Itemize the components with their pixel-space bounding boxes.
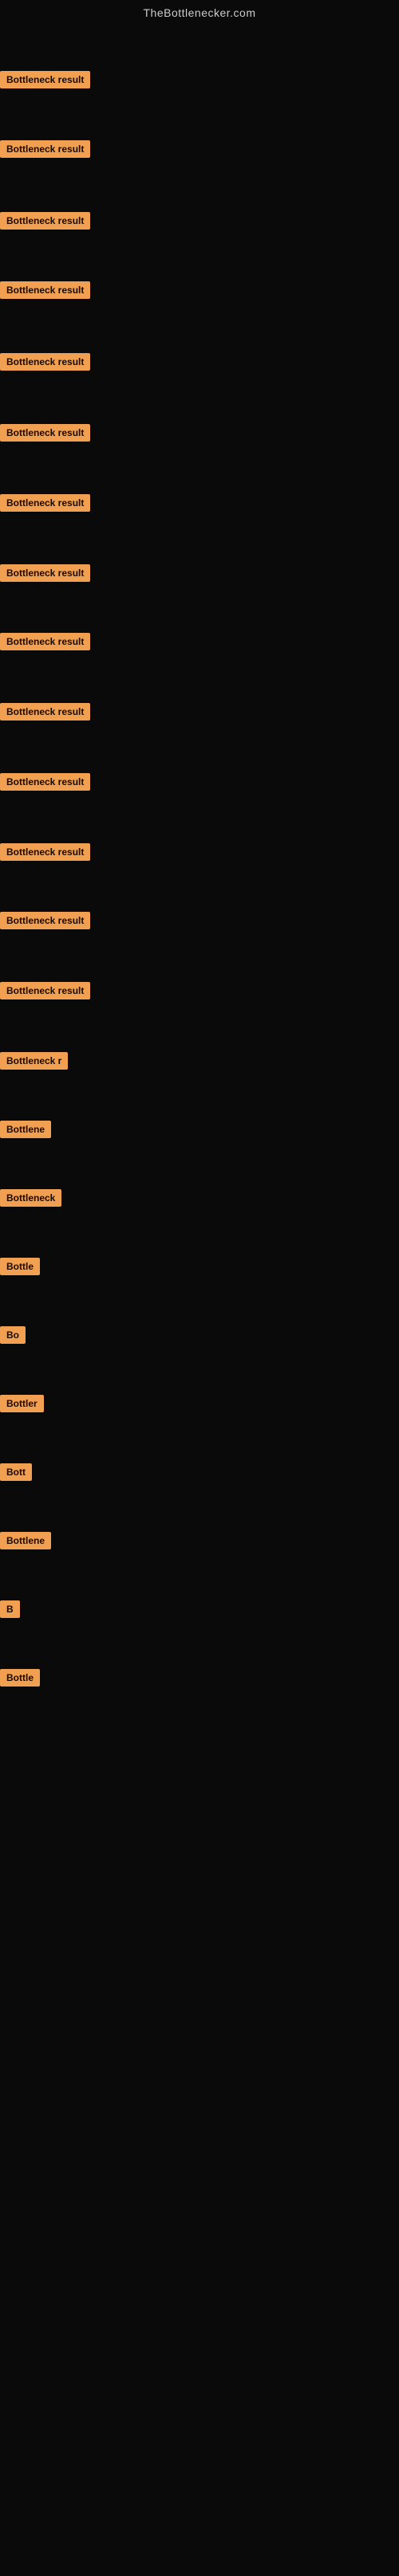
bottleneck-badge-wrapper: Bottle: [0, 1669, 40, 1690]
bottleneck-badge-wrapper: Bottler: [0, 1395, 44, 1416]
bottleneck-badge[interactable]: Bottlene: [0, 1121, 51, 1138]
bottleneck-badge[interactable]: Bottleneck result: [0, 843, 90, 861]
bottleneck-badge-wrapper: Bottleneck result: [0, 843, 90, 865]
bottleneck-badge[interactable]: Bottleneck result: [0, 564, 90, 582]
bottleneck-badge[interactable]: Bottle: [0, 1669, 40, 1687]
bottleneck-badge-wrapper: Bottleneck result: [0, 424, 90, 446]
bottleneck-badge-wrapper: Bottleneck result: [0, 281, 90, 303]
bottleneck-badge[interactable]: Bottleneck result: [0, 703, 90, 721]
bottleneck-badge-wrapper: Bottleneck result: [0, 912, 90, 933]
bottleneck-badge-wrapper: Bottleneck result: [0, 71, 90, 92]
bottleneck-badge-wrapper: Bott: [0, 1463, 32, 1485]
bottleneck-badge-wrapper: Bottleneck result: [0, 773, 90, 795]
bottleneck-badge-wrapper: Bottleneck r: [0, 1052, 68, 1074]
bottleneck-badge-wrapper: Bottleneck result: [0, 564, 90, 586]
bottleneck-badge-wrapper: Bottleneck result: [0, 633, 90, 654]
bottleneck-badge[interactable]: Bott: [0, 1463, 32, 1481]
bottleneck-badge[interactable]: Bottleneck r: [0, 1052, 68, 1070]
bottleneck-badge[interactable]: Bottleneck: [0, 1189, 61, 1207]
bottleneck-badge-wrapper: Bottlene: [0, 1121, 51, 1142]
bottleneck-badge-wrapper: B: [0, 1600, 20, 1622]
bottleneck-badge[interactable]: Bottlene: [0, 1532, 51, 1549]
bottleneck-badge[interactable]: Bottleneck result: [0, 353, 90, 371]
bottleneck-badge-wrapper: Bottleneck result: [0, 212, 90, 234]
bottleneck-badge-wrapper: Bo: [0, 1326, 26, 1348]
bottleneck-badge[interactable]: Bottleneck result: [0, 424, 90, 442]
bottleneck-badge[interactable]: B: [0, 1600, 20, 1618]
bottleneck-badge-wrapper: Bottle: [0, 1258, 40, 1279]
bottleneck-badge[interactable]: Bottleneck result: [0, 281, 90, 299]
bottleneck-badge-wrapper: Bottleneck: [0, 1189, 61, 1211]
bottleneck-badge[interactable]: Bottleneck result: [0, 912, 90, 929]
bottleneck-badge-wrapper: Bottleneck result: [0, 703, 90, 724]
bottleneck-badge[interactable]: Bottleneck result: [0, 773, 90, 791]
bottleneck-badge[interactable]: Bottleneck result: [0, 633, 90, 650]
bottleneck-badge[interactable]: Bottleneck result: [0, 71, 90, 88]
bottleneck-badge[interactable]: Bottle: [0, 1258, 40, 1275]
bottleneck-badge[interactable]: Bo: [0, 1326, 26, 1344]
site-title: TheBottlenecker.com: [0, 0, 399, 26]
bottleneck-badge[interactable]: Bottleneck result: [0, 982, 90, 999]
bottleneck-badge[interactable]: Bottler: [0, 1395, 44, 1412]
bottleneck-badge-wrapper: Bottleneck result: [0, 353, 90, 375]
bottleneck-badge[interactable]: Bottleneck result: [0, 494, 90, 512]
bottleneck-badge-wrapper: Bottleneck result: [0, 494, 90, 516]
bottleneck-badge-wrapper: Bottleneck result: [0, 140, 90, 162]
bottleneck-badge[interactable]: Bottleneck result: [0, 212, 90, 230]
bottleneck-badge[interactable]: Bottleneck result: [0, 140, 90, 158]
bottleneck-badge-wrapper: Bottlene: [0, 1532, 51, 1553]
bottleneck-badge-wrapper: Bottleneck result: [0, 982, 90, 1003]
